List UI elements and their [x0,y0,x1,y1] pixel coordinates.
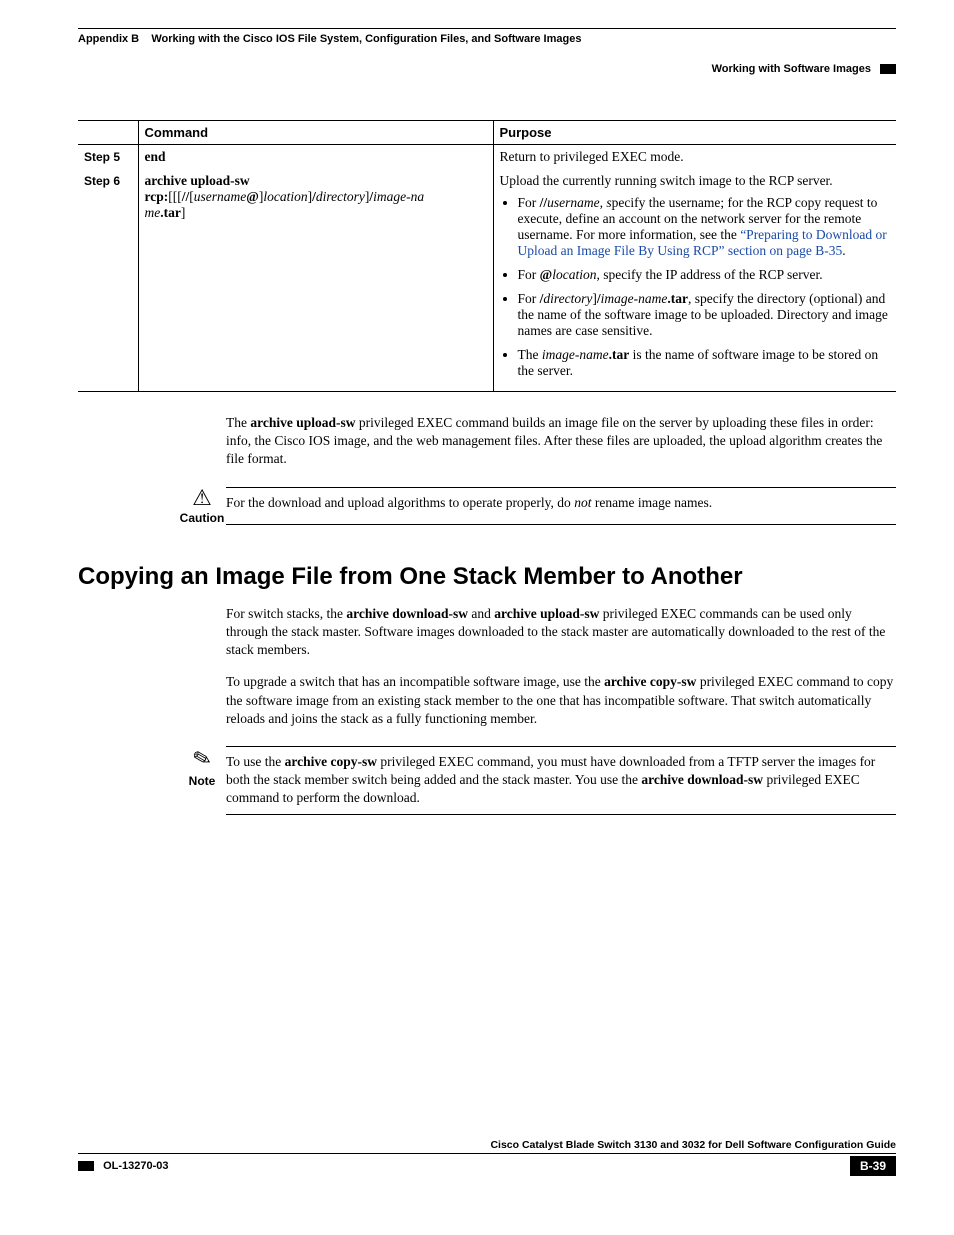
header-rule [78,28,896,29]
paragraph: For switch stacks, the archive download-… [226,605,896,660]
section-header: Working with Software Images [78,63,896,75]
note-icon: ✎ [190,744,215,774]
step-label: Step 6 [84,174,120,188]
paragraph: The archive upload-sw privileged EXEC co… [226,414,896,469]
command-table: Command Purpose Step 5 end Return to pri… [78,120,896,392]
caution-callout: ⚠ Caution For the download and upload al… [178,487,896,525]
footer-guide-title: Cisco Catalyst Blade Switch 3130 and 303… [78,1139,896,1154]
running-header: Appendix B Working with the Cisco IOS Fi… [78,33,896,45]
th-blank [78,121,138,145]
th-command: Command [138,121,493,145]
step-label: Step 5 [84,150,120,164]
appendix-label: Appendix B [78,33,139,45]
table-row: Step 6 archive upload-swrcp:[[[//[userna… [78,169,896,392]
th-purpose: Purpose [493,121,896,145]
note-label: Note [178,774,226,788]
purpose-cell: Return to privileged EXEC mode. [493,145,896,170]
caution-icon: ⚠ [178,487,226,509]
section-header-text: Working with Software Images [712,63,871,75]
note-callout: ✎ Note To use the archive copy-sw privil… [178,746,896,815]
page-number: B-39 [850,1156,896,1176]
paragraph: To upgrade a switch that has an incompat… [226,673,896,728]
purpose-cell: Upload the currently running switch imag… [493,169,896,392]
section-heading: Copying an Image File from One Stack Mem… [78,563,896,591]
command-cell: end [138,145,493,170]
caution-label: Caution [178,511,226,525]
footer-marker [78,1161,94,1171]
appendix-title: Working with the Cisco IOS File System, … [151,33,581,45]
table-row: Step 5 end Return to privileged EXEC mod… [78,145,896,170]
page-footer: Cisco Catalyst Blade Switch 3130 and 303… [78,1139,896,1176]
header-marker [880,64,896,74]
note-text: To use the archive copy-sw privileged EX… [226,746,896,815]
caution-text: For the download and upload algorithms t… [226,487,896,525]
command-cell: archive upload-swrcp:[[[//[username@]loc… [138,169,493,392]
footer-doc-id: OL-13270-03 [103,1160,168,1172]
